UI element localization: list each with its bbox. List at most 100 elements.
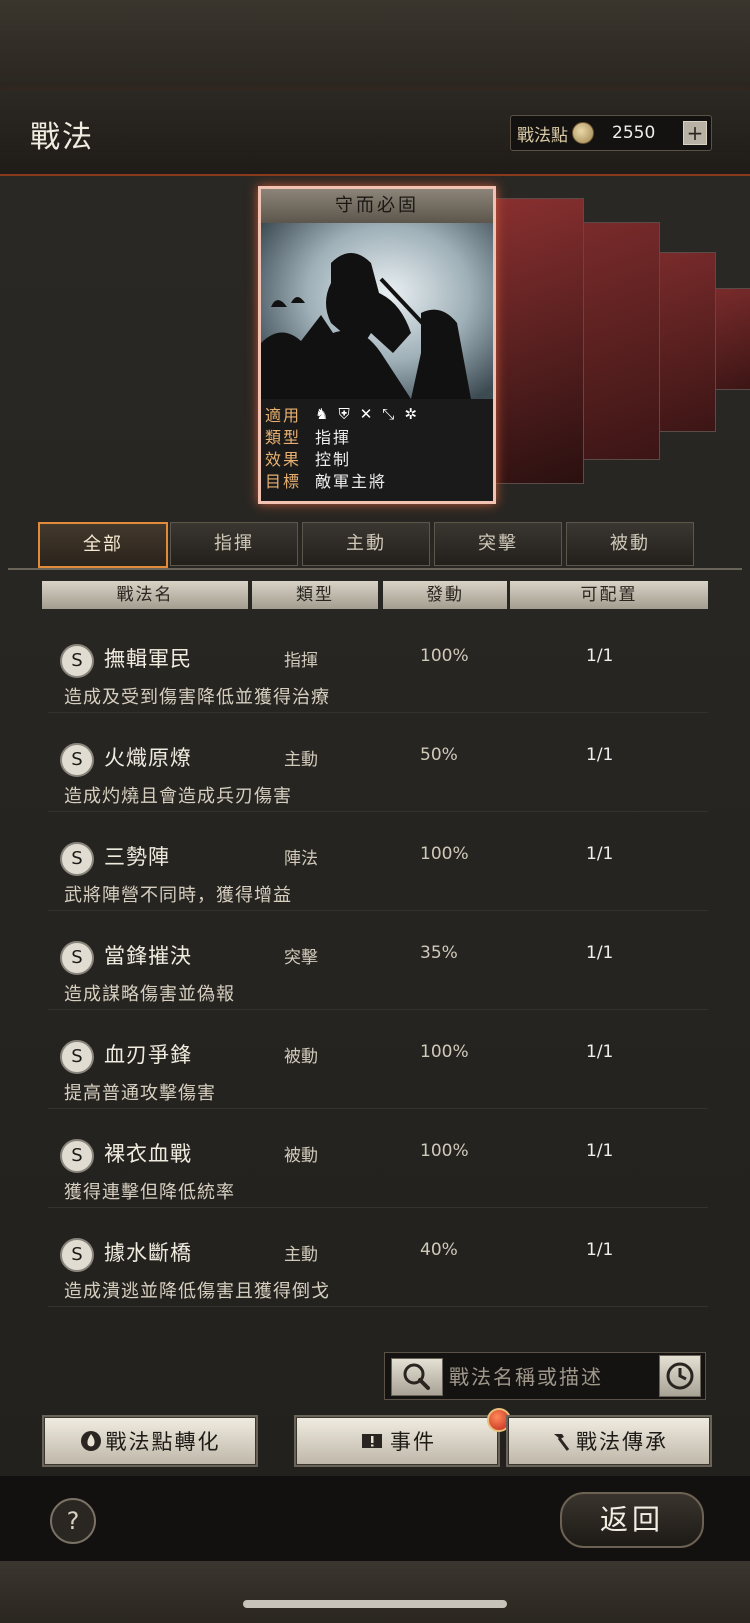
tab-passive[interactable]: 被動 (566, 522, 694, 566)
tab-active[interactable]: 主動 (302, 522, 430, 566)
column-header-assignable[interactable]: 可配置 (510, 581, 708, 609)
card-row-apply: 適用 ♞ ⛨ ✕ ⤡ ✲ (265, 403, 489, 425)
tactic-rate: 100% (420, 1042, 469, 1062)
list-item[interactable]: S 火熾原燎 主動 50% 1/1 造成灼燒且會造成兵刃傷害 (48, 719, 708, 812)
card-key-apply: 適用 (265, 406, 302, 425)
search-icon (403, 1363, 430, 1390)
list-item[interactable]: S 血刃爭鋒 被動 100% 1/1 提高普通攻擊傷害 (48, 1016, 708, 1109)
card-key-type: 類型 (265, 428, 302, 447)
tactic-rate: 100% (420, 844, 469, 864)
grade-badge: S (60, 1238, 94, 1272)
tactic-desc: 獲得連擊但降低統率 (64, 1182, 235, 1203)
grade-badge: S (60, 842, 94, 876)
tab-divider (8, 568, 742, 570)
clock-icon (666, 1362, 694, 1390)
tactic-name: 裸衣血戰 (104, 1142, 192, 1166)
tactic-name: 三勢陣 (104, 845, 170, 869)
list-item[interactable]: S 撫輯軍民 指揮 100% 1/1 造成及受到傷害降低並獲得治療 (48, 620, 708, 713)
tactic-config: 1/1 (586, 1141, 614, 1161)
card-artwork (261, 223, 493, 399)
convert-points-button[interactable]: 戰法點轉化 (44, 1417, 256, 1465)
stacked-card-4[interactable] (712, 288, 750, 390)
tactic-name: 火熾原燎 (104, 746, 192, 770)
card-value-effect: 控制 (315, 450, 352, 469)
shield-icon: ⛨ (338, 405, 350, 423)
card-row-type: 類型 指揮 (265, 425, 489, 447)
tactic-points-display: 戰法點 2550 + (510, 115, 712, 151)
page-title: 戰法 (30, 120, 94, 155)
grade-badge: S (60, 743, 94, 777)
cavalry-icon: ♞ (315, 405, 329, 423)
tactic-desc: 造成及受到傷害降低並獲得治療 (64, 687, 330, 708)
tactic-name: 血刃爭鋒 (104, 1043, 192, 1067)
alert-scroll-icon (362, 1434, 382, 1448)
tactic-config: 1/1 (586, 1240, 614, 1260)
back-button[interactable]: 返回 (560, 1492, 704, 1548)
tactic-desc: 武將陣營不同時，獲得增益 (64, 885, 292, 906)
grade-badge: S (60, 1040, 94, 1074)
tab-all[interactable]: 全部 (38, 522, 168, 568)
card-row-effect: 效果 控制 (265, 447, 489, 469)
events-button[interactable]: 事件 (296, 1417, 498, 1465)
bow-icon: ✕ (359, 405, 373, 423)
tactic-type: 被動 (284, 1146, 318, 1166)
list-item[interactable]: S 三勢陣 陣法 100% 1/1 武將陣營不同時，獲得增益 (48, 818, 708, 911)
card-row-target: 目標 敵軍主將 (265, 469, 489, 491)
tactic-name: 撫輯軍民 (104, 647, 192, 671)
bottom-decor-band (0, 1561, 750, 1623)
tactic-desc: 造成謀略傷害並偽報 (64, 984, 235, 1005)
inherit-tactic-button[interactable]: 戰法傳承 (508, 1417, 710, 1465)
search-button[interactable] (391, 1358, 443, 1396)
feather-coin-icon (572, 122, 594, 144)
inherit-tactic-label: 戰法傳承 (576, 1430, 668, 1454)
stacked-card-2[interactable] (578, 222, 660, 460)
tactic-type: 突擊 (284, 948, 318, 968)
tactic-rate: 40% (420, 1240, 458, 1260)
tactic-config: 1/1 (586, 943, 614, 963)
flame-icon (80, 1431, 101, 1451)
stacked-card-1[interactable] (490, 198, 584, 484)
header-bar: 戰法 戰法點 2550 + (0, 90, 750, 176)
column-header-trigger[interactable]: 發動 (383, 581, 507, 609)
wheel-icon: ✲ (404, 405, 417, 423)
tactic-name: 當鋒摧決 (104, 944, 192, 968)
points-value: 2550 (612, 123, 656, 143)
tactic-desc: 提高普通攻擊傷害 (64, 1083, 216, 1104)
card-value-target: 敵軍主將 (315, 472, 388, 491)
troop-type-icons: ♞ ⛨ ✕ ⤡ ✲ (315, 405, 417, 423)
column-header-type[interactable]: 類型 (252, 581, 378, 609)
list-item[interactable]: S 裸衣血戰 被動 100% 1/1 獲得連擊但降低統率 (48, 1115, 708, 1208)
tactic-rate: 35% (420, 943, 458, 963)
column-header-name[interactable]: 戰法名 (42, 581, 248, 609)
card-value-type: 指揮 (315, 428, 352, 447)
top-decor-band (0, 0, 750, 90)
tactic-config: 1/1 (586, 1042, 614, 1062)
card-title: 守而必固 (261, 189, 493, 223)
tab-command[interactable]: 指揮 (170, 522, 298, 566)
stacked-card-3[interactable] (652, 252, 716, 432)
tactic-list[interactable]: S 撫輯軍民 指揮 100% 1/1 造成及受到傷害降低並獲得治療 S 火熾原燎… (8, 620, 742, 1312)
spear-icon: ⤡ (382, 405, 395, 423)
history-button[interactable] (659, 1355, 701, 1397)
tactic-config: 1/1 (586, 745, 614, 765)
featured-tactic-card[interactable]: 守而必固 適用 ♞ ⛨ ✕ ⤡ ✲ 類型 指揮 效果 控制 目標 敵軍主將 (258, 186, 496, 504)
tactic-config: 1/1 (586, 646, 614, 666)
tactic-config: 1/1 (586, 844, 614, 864)
points-label: 戰法點 (517, 125, 568, 146)
tactic-desc: 造成潰逃並降低傷害且獲得倒戈 (64, 1281, 330, 1302)
tactic-type: 主動 (284, 750, 318, 770)
add-points-button[interactable]: + (683, 121, 707, 145)
card-key-target: 目標 (265, 472, 302, 491)
filter-tabs: 全部 指揮 主動 突擊 被動 (38, 522, 694, 568)
tab-assault[interactable]: 突擊 (434, 522, 562, 566)
help-button[interactable]: ? (50, 1498, 96, 1544)
list-item[interactable]: S 據水斷橋 主動 40% 1/1 造成潰逃並降低傷害且獲得倒戈 (48, 1214, 708, 1307)
footer-bar: ? 返回 (0, 1476, 750, 1561)
list-item[interactable]: S 當鋒摧決 突擊 35% 1/1 造成謀略傷害並偽報 (48, 917, 708, 1010)
search-input[interactable] (447, 1359, 631, 1395)
tactic-rate: 50% (420, 745, 458, 765)
tactic-rate: 100% (420, 646, 469, 666)
card-info: 適用 ♞ ⛨ ✕ ⤡ ✲ 類型 指揮 效果 控制 目標 敵軍主將 (261, 399, 493, 491)
home-indicator[interactable] (243, 1600, 507, 1608)
grade-badge: S (60, 1139, 94, 1173)
